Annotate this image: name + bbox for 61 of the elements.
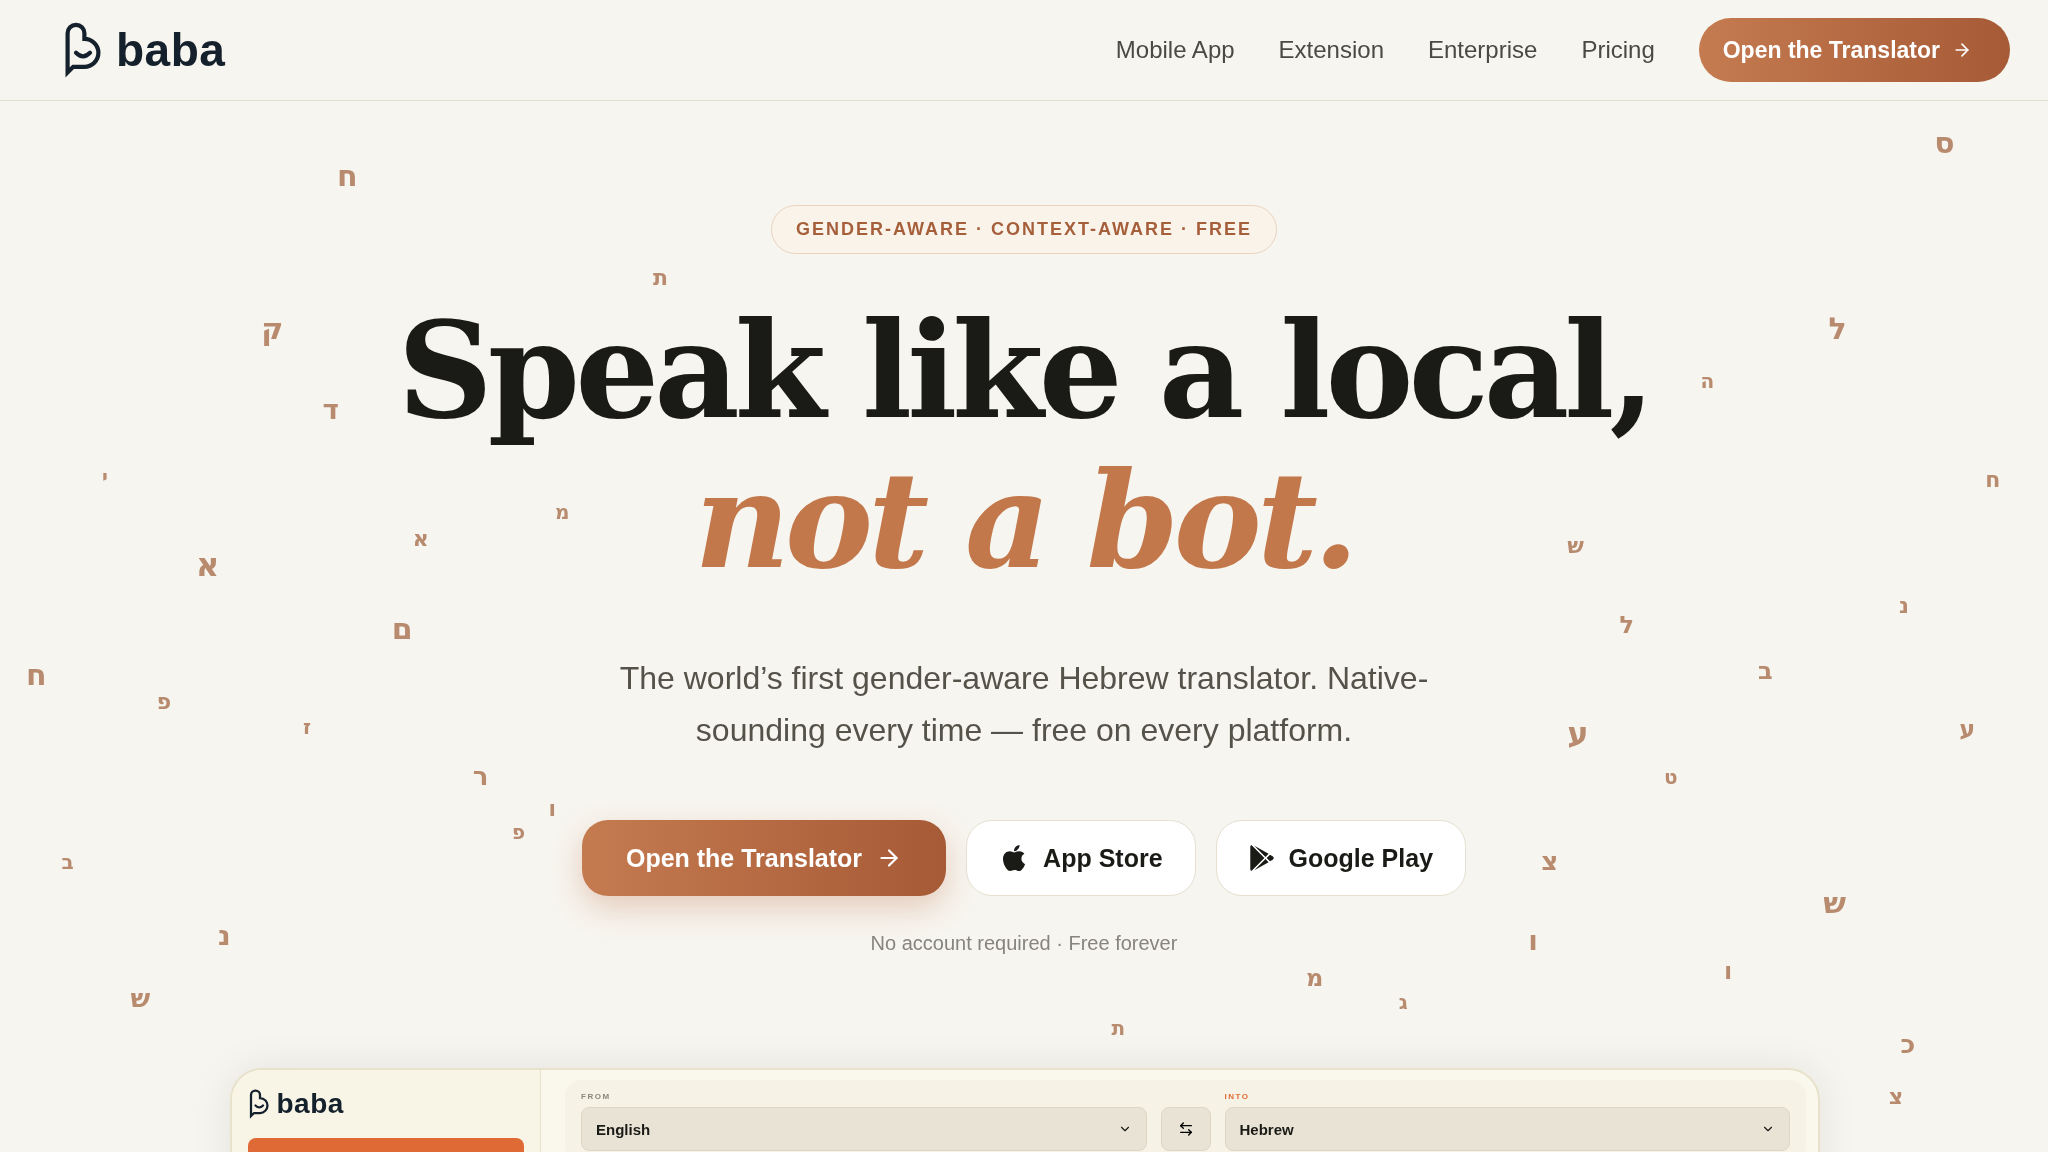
- feature-badge: GENDER-AWARE · CONTEXT-AWARE · FREE: [771, 205, 1277, 254]
- app-store-button[interactable]: App Store: [966, 820, 1196, 896]
- hebrew-letter: ו: [1528, 924, 1538, 958]
- hebrew-letter: ח: [1985, 467, 2001, 493]
- google-play-button[interactable]: Google Play: [1215, 820, 1467, 896]
- hebrew-letter: פ: [512, 819, 526, 844]
- hebrew-letter: ם: [391, 610, 413, 646]
- hebrew-letter: ט: [1664, 765, 1678, 790]
- logo-text: baba: [276, 1088, 344, 1120]
- hebrew-letter: ב: [61, 849, 74, 874]
- hebrew-letter: ב: [1758, 656, 1773, 685]
- hebrew-letter: ג: [1398, 989, 1408, 1014]
- subtitle: The world’s first gender-aware Hebrew translator. Native-sounding every time — free on every platform.: [618, 659, 1430, 750]
- hebrew-letter: מ: [1306, 963, 1324, 992]
- hebrew-letter: נ: [1899, 592, 1910, 618]
- hebrew-letter: ש: [1567, 532, 1585, 558]
- hebrew-letter: ו: [548, 796, 557, 822]
- hebrew-letter: ד: [322, 392, 340, 426]
- from-language-select[interactable]: English: [581, 1107, 1147, 1151]
- note-text: No account required · Free forever: [870, 932, 1178, 955]
- swap-icon: [1177, 1121, 1194, 1137]
- hebrew-letter: ע: [1959, 715, 1976, 744]
- nav-link[interactable]: Mobile App: [1115, 36, 1235, 64]
- hebrew-letter: ה: [1700, 369, 1715, 394]
- hebrew-letter: מ: [555, 499, 570, 524]
- hebrew-letter: א: [412, 526, 429, 552]
- open-translator-button[interactable]: Open the Translator: [581, 820, 947, 896]
- headline-accent: not a bot.: [694, 446, 1354, 596]
- hebrew-letter: ר: [472, 761, 489, 792]
- hebrew-letter: ש: [130, 983, 151, 1014]
- hebrew-letter: ס: [1934, 125, 1955, 161]
- hebrew-letter: ש: [1823, 885, 1847, 921]
- hebrew-letter: ל: [1828, 310, 1847, 346]
- nav-link[interactable]: Extension: [1278, 36, 1384, 64]
- nav-link[interactable]: Enterprise: [1428, 36, 1538, 64]
- hebrew-letter: ת: [653, 264, 669, 290]
- into-language-select[interactable]: Hebrew: [1224, 1107, 1790, 1151]
- hebrew-letter: פ: [156, 689, 172, 715]
- hebrew-letter: ח: [26, 656, 47, 692]
- hebrew-letter: י: [101, 464, 108, 489]
- open-translator-button[interactable]: Open the Translator: [1698, 18, 2010, 82]
- hebrew-letter: ת: [1111, 1015, 1126, 1040]
- headline: Speak like a local,: [397, 296, 1651, 446]
- hebrew-letter: ל: [1619, 610, 1635, 639]
- into-label: INTO: [1224, 1092, 1251, 1101]
- hebrew-letter: ז: [303, 715, 312, 740]
- hebrew-letter: ו: [1724, 957, 1733, 986]
- hebrew-letter: נ: [218, 919, 231, 953]
- logo-icon: [248, 1089, 271, 1119]
- hebrew-letter: ח: [336, 157, 358, 193]
- hebrew-letter: כ: [1900, 1028, 1916, 1059]
- play-icon: [1248, 845, 1275, 871]
- hebrew-letter: ע: [1567, 715, 1589, 754]
- hebrew-letter: צ: [1541, 846, 1559, 877]
- from-label: FROM: [581, 1092, 612, 1101]
- logo-text: baba: [116, 23, 226, 77]
- nav-link[interactable]: Pricing: [1581, 36, 1655, 64]
- swap-button[interactable]: [1160, 1107, 1211, 1151]
- hebrew-letter: צ: [1888, 1083, 1903, 1109]
- hebrew-letter: ק: [261, 310, 284, 346]
- hebrew-letter: א: [195, 545, 220, 584]
